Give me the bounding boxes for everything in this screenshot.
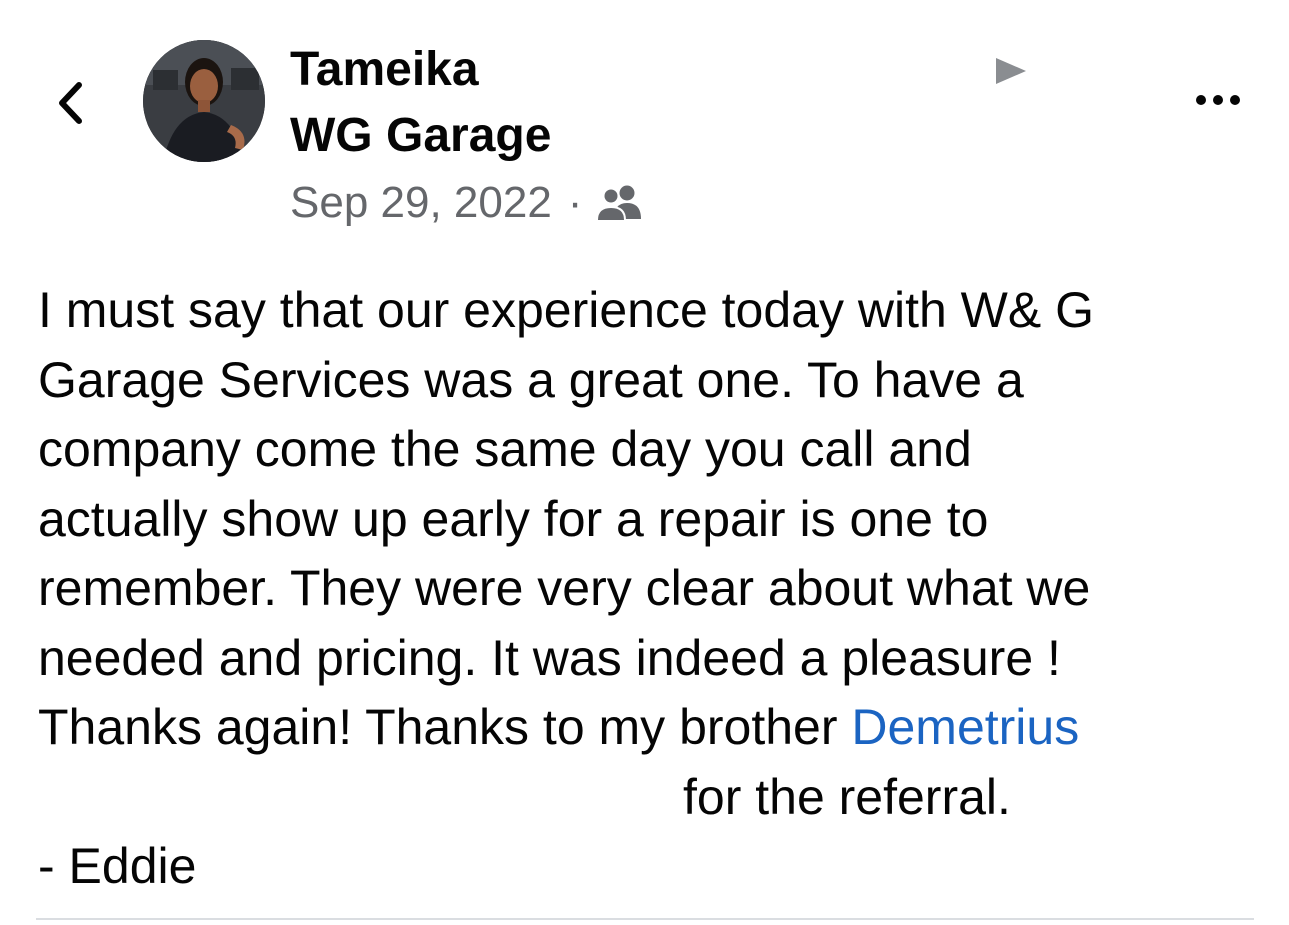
post-text-line: I must say that our experience today wit…	[38, 282, 1095, 338]
more-options-button[interactable]	[1188, 80, 1248, 120]
profile-photo	[143, 40, 265, 162]
play-triangle-icon[interactable]	[996, 58, 1026, 84]
post-text-line: needed and pricing. It was indeed a plea…	[38, 629, 1061, 686]
post-meta: Sep 29, 2022 ·	[290, 175, 644, 231]
post-date[interactable]: Sep 29, 2022	[290, 178, 552, 228]
more-dots-icon	[1230, 95, 1240, 105]
group-name[interactable]: WG Garage	[290, 106, 551, 166]
post-text-line: Thanks again! Thanks to my brother Demet…	[38, 693, 1268, 763]
post-signature: - Eddie	[38, 838, 197, 894]
divider	[36, 918, 1254, 920]
avatar[interactable]	[143, 40, 265, 162]
post-text-line: actually show up early for a repair is o…	[38, 490, 989, 547]
post-text-line: Garage Services was a great one. To have…	[38, 351, 1024, 408]
mention-link[interactable]: Demetrius	[851, 699, 1079, 755]
more-dots-icon	[1213, 95, 1223, 105]
chevron-left-icon	[59, 82, 82, 124]
thanks-text: Thanks again! Thanks to my brother	[38, 699, 852, 755]
post-text-line: for the referral.	[683, 768, 1011, 825]
post-text-line: remember. They were very clear about wha…	[38, 560, 1091, 616]
more-dots-icon	[1196, 95, 1206, 105]
group-members-icon[interactable]	[594, 184, 644, 222]
back-button[interactable]	[48, 78, 92, 128]
author-name[interactable]: Tameika	[290, 40, 479, 100]
meta-separator: ·	[567, 178, 583, 227]
post-body: I must say that our experience today wit…	[38, 276, 1268, 902]
post-text-line: company come the same day you call and	[38, 421, 972, 477]
